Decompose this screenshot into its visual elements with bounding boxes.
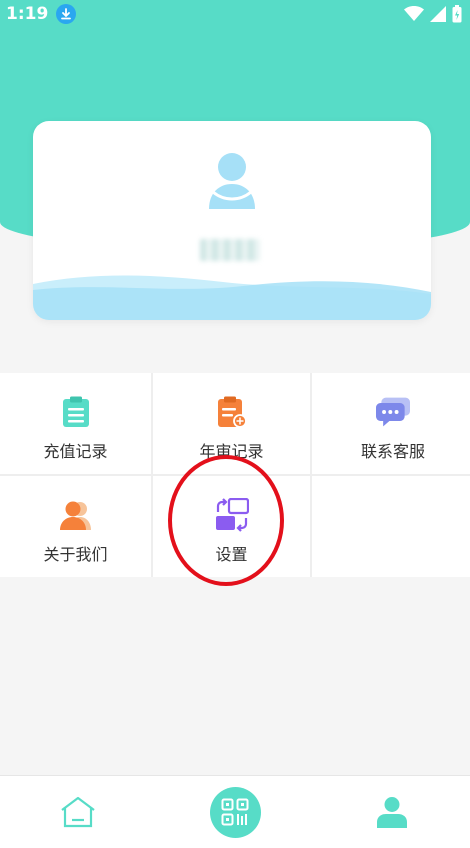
settings-switch-icon	[215, 498, 249, 532]
person-icon	[59, 498, 93, 532]
recharge-record-tile[interactable]: 充值记录	[0, 373, 151, 474]
contact-support-tile[interactable]: 联系客服	[312, 373, 470, 474]
qr-scan-icon	[209, 786, 261, 838]
nav-scan[interactable]	[157, 786, 314, 838]
signal-icon	[430, 6, 446, 22]
contact-support-label: 联系客服	[360, 442, 425, 461]
nav-profile[interactable]	[313, 796, 470, 828]
card-wave-decoration	[33, 275, 431, 320]
status-time: 1:19	[6, 4, 49, 24]
battery-icon	[452, 5, 462, 23]
settings-tile[interactable]: 设置	[153, 476, 310, 577]
about-us-label: 关于我们	[43, 545, 108, 564]
empty-tile	[312, 476, 470, 577]
wifi-icon	[404, 6, 424, 21]
username-text	[200, 239, 260, 261]
bottom-nav	[0, 775, 470, 848]
profile-icon	[376, 797, 407, 828]
review-doc-icon	[215, 395, 249, 429]
avatar-icon	[209, 153, 255, 209]
download-icon	[56, 4, 77, 24]
annual-review-record-tile[interactable]: 年审记录	[153, 373, 310, 474]
about-us-tile[interactable]: 关于我们	[0, 476, 151, 577]
recharge-record-label: 充值记录	[43, 442, 108, 461]
home-icon	[61, 796, 95, 828]
settings-label: 设置	[215, 545, 248, 564]
menu-grid: 充值记录 年审记录 联系客服 关于我们 设置	[0, 373, 470, 577]
profile-card[interactable]	[33, 121, 431, 320]
annual-review-record-label: 年审记录	[199, 442, 264, 461]
status-bar: 1:19	[0, 0, 470, 28]
chat-icon	[376, 395, 410, 429]
clipboard-icon	[59, 395, 93, 429]
nav-home[interactable]	[0, 796, 157, 828]
